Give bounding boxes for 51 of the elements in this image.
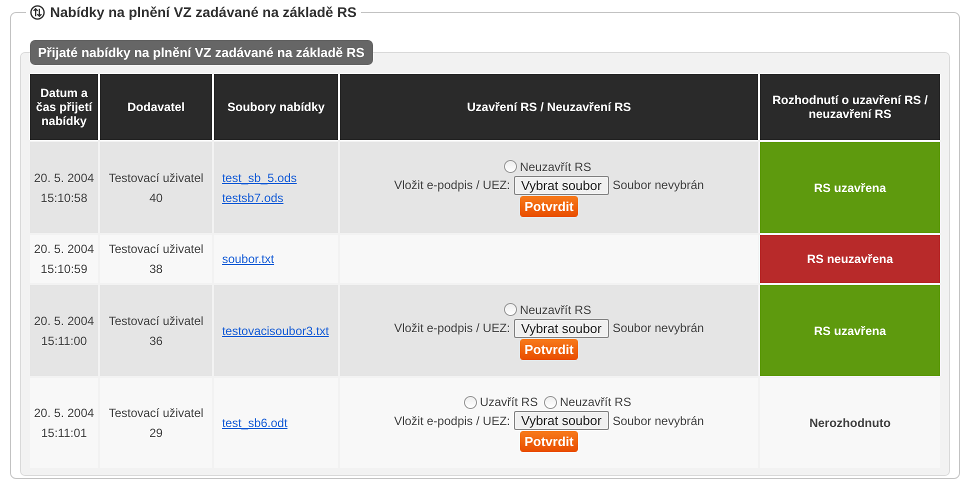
file-link[interactable]: testsb7.ods (222, 188, 334, 208)
file-status: Soubor nevybrán (612, 414, 704, 428)
supplier-number: 40 (148, 190, 164, 206)
decision-text: RS uzavřena (814, 180, 886, 194)
radio-button[interactable] (504, 160, 517, 173)
confirm-button[interactable]: Potvrdit (520, 431, 578, 452)
date-text: 20. 5. 2004 (34, 170, 94, 186)
time-text: 15:11:00 (40, 332, 88, 350)
radio-label: Neuzavřít RS (560, 394, 632, 410)
file-status: Soubor nevybrán (612, 178, 704, 192)
up-down-arrows-icon (30, 4, 45, 20)
choose-file-button[interactable]: Vybrat soubor (514, 176, 609, 194)
supplier-name: Testovací uživatel (108, 405, 204, 422)
panel-title: Přijaté nabídky na plnění VZ zadávané na základě RS (30, 40, 373, 65)
decision-text: Nerozhodnuto (809, 416, 891, 430)
radio-label: Uzavřít RS (480, 394, 538, 410)
radio-label: Neuzavřít RS (520, 302, 592, 318)
date-text: 20. 5. 2004 (34, 241, 94, 258)
confirm-button[interactable]: Potvrdit (520, 196, 578, 216)
supplier-name: Testovací uživatel (108, 241, 204, 258)
upload-label: Vložit e-podpis / UEZ: (394, 321, 510, 335)
radio-button[interactable] (544, 396, 557, 408)
radio-label: Neuzavřít RS (520, 158, 592, 174)
confirm-button[interactable]: Potvrdit (520, 338, 578, 360)
decision-text: RS uzavřena (814, 324, 886, 338)
choose-file-button[interactable]: Vybrat soubor (514, 411, 609, 430)
radio-button[interactable] (464, 396, 477, 408)
column-header: Soubory nabídky (214, 74, 338, 140)
choose-file-button[interactable]: Vybrat soubor (514, 318, 609, 338)
radio-button[interactable] (504, 303, 517, 316)
section-title: Nabídky na plnění VZ zadávané na základě RS (50, 4, 357, 20)
file-status: Soubor nevybrán (612, 321, 704, 335)
column-header: Datum a čas přijetí nabídky (30, 74, 98, 140)
supplier-number: 38 (148, 261, 164, 278)
upload-label: Vložit e-podpis / UEZ: (394, 178, 510, 192)
column-header: Uzavření RS / Neuzavření RS (340, 74, 758, 140)
supplier-number: 29 (148, 425, 164, 442)
column-header: Dodavatel (100, 74, 212, 140)
time-text: 15:10:58 (40, 190, 88, 206)
file-link[interactable]: testovacisoubor3.txt (222, 320, 334, 340)
column-header: Rozhodnutí o uzavření RS / neuzavření RS (760, 74, 940, 140)
supplier-name: Testovací uživatel (108, 170, 204, 186)
file-link[interactable]: test_sb_5.ods (222, 168, 334, 188)
time-text: 15:10:59 (40, 261, 88, 278)
date-text: 20. 5. 2004 (34, 405, 94, 422)
supplier-number: 36 (148, 332, 164, 350)
upload-label: Vložit e-podpis / UEZ: (394, 414, 510, 428)
supplier-name: Testovací uživatel (108, 312, 204, 330)
decision-text: RS neuzavřena (806, 252, 894, 266)
time-text: 15:11:01 (40, 425, 88, 442)
date-text: 20. 5. 2004 (34, 312, 94, 330)
